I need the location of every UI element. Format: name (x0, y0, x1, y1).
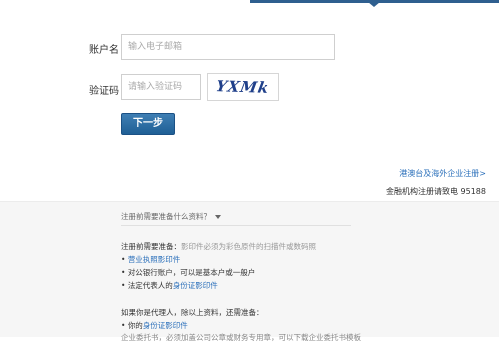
list-item: • 对公银行账户，可以是基本户或一般户 (121, 268, 256, 277)
materials-toggle[interactable]: 注册前需要准备什么资料？ (121, 211, 221, 222)
hk-overseas-register-link[interactable]: 港澳台及海外企业注册> (399, 168, 486, 179)
captcha-image-text: YXMk (214, 77, 272, 97)
materials-section: 注册前需要准备什么资料？ 注册前需要准备：影印件必须为彩色原件的扫描件或数码照 … (0, 201, 499, 342)
account-input[interactable] (121, 34, 335, 60)
agent-id-prefix: 你的 (127, 321, 143, 330)
list-item: • 你的身份证影印件 (121, 321, 188, 330)
legal-rep-id-link[interactable]: 身份证影印件 (173, 281, 218, 290)
agent-id-link[interactable]: 身份证影印件 (143, 321, 188, 330)
legal-rep-prefix: 法定代表人的 (127, 281, 173, 290)
captcha-label: 验证码 (89, 86, 119, 97)
materials-intro: 注册前需要准备：影印件必须为彩色原件的扫描件或数码照 (121, 241, 316, 252)
chevron-down-icon (215, 215, 221, 219)
materials-toggle-label: 注册前需要准备什么资料？ (121, 212, 211, 221)
list-item-partial: 企业委托书，必须加盖公司公章或财务专用章，可以下载企业委托书模板 (121, 333, 361, 342)
captcha-image[interactable]: YXMk (207, 73, 279, 101)
captcha-input[interactable] (121, 74, 201, 100)
active-tab-caret-icon (368, 2, 380, 7)
bank-account-text: 对公银行账户，可以是基本户或一般户 (127, 268, 256, 277)
next-button[interactable]: 下一步 (121, 113, 175, 135)
materials-intro-prefix: 注册前需要准备： (121, 242, 181, 251)
divider (121, 225, 351, 226)
agent-intro: 如果你是代理人，除以上资料，还需准备： (121, 308, 264, 317)
list-item: • 法定代表人的身份证影印件 (121, 281, 218, 290)
financial-institution-hotline: 金融机构注册请致电 95188 (386, 187, 486, 196)
account-label: 账户名 (89, 45, 119, 56)
list-item: • 营业执照影印件 (121, 255, 181, 264)
business-license-link[interactable]: 营业执照影印件 (128, 255, 181, 264)
materials-intro-note: 影印件必须为彩色原件的扫描件或数码照 (181, 242, 316, 251)
